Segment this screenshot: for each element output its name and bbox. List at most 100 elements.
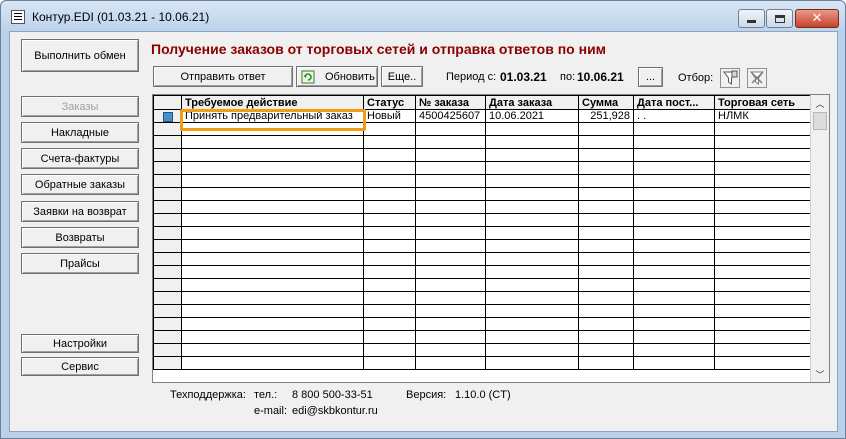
table-cell[interactable] [714,135,813,149]
table-cell[interactable] [415,226,486,240]
table-cell[interactable] [485,161,579,175]
table-cell[interactable] [415,291,486,305]
scroll-thumb[interactable] [813,112,827,130]
period-select-button[interactable]: ... [638,67,663,87]
column-header[interactable]: Сумма [578,95,634,110]
refresh-button[interactable]: Обновить [296,66,378,87]
table-cell[interactable] [485,135,579,149]
cell-sum[interactable]: 251,928 [578,109,634,123]
table-cell[interactable] [485,304,579,318]
table-cell[interactable] [714,291,813,305]
table-cell[interactable] [578,330,634,344]
table-cell[interactable] [415,304,486,318]
table-cell[interactable] [714,200,813,214]
title-bar[interactable]: Контур.EDI (01.03.21 - 10.06.21) ✕ [1,1,845,31]
nav-tax-invoices-button[interactable]: Счета-фактуры [21,148,139,169]
table-cell[interactable] [714,213,813,227]
clear-filter-button[interactable] [747,68,767,88]
table-cell[interactable] [633,330,715,344]
table-cell[interactable] [363,187,416,201]
table-cell[interactable] [181,148,364,162]
table-cell[interactable] [363,161,416,175]
table-cell[interactable] [363,239,416,253]
table-cell[interactable] [363,252,416,266]
table-cell[interactable] [181,343,364,357]
send-reply-button[interactable]: Отправить ответ [153,66,293,87]
table-cell[interactable] [415,343,486,357]
table-cell[interactable] [633,278,715,292]
table-cell[interactable] [485,122,579,136]
table-cell[interactable] [363,356,416,370]
column-header[interactable]: Статус [363,95,416,110]
table-row[interactable] [153,252,813,266]
table-cell[interactable] [485,252,579,266]
table-cell[interactable] [485,356,579,370]
table-row[interactable] [153,265,813,279]
table-row[interactable]: Принять предварительный заказ Новый 4500… [153,109,813,123]
table-cell[interactable] [714,226,813,240]
table-cell[interactable] [633,291,715,305]
table-cell[interactable] [363,200,416,214]
table-cell[interactable] [363,213,416,227]
nav-orders-button[interactable]: Заказы [21,96,139,117]
cell-status[interactable]: Новый [363,109,416,123]
close-button[interactable]: ✕ [795,9,839,28]
table-cell[interactable] [485,200,579,214]
table-cell[interactable] [363,343,416,357]
scroll-down-icon[interactable]: ﹀ [811,366,829,382]
table-cell[interactable] [578,291,634,305]
table-cell[interactable] [714,174,813,188]
table-cell[interactable] [415,317,486,331]
orders-table[interactable]: Требуемое действие Статус № заказа Дата … [152,94,830,383]
table-cell[interactable] [578,148,634,162]
table-cell[interactable] [181,213,364,227]
table-cell[interactable] [633,213,715,227]
table-cell[interactable] [181,187,364,201]
table-row[interactable] [153,213,813,227]
table-cell[interactable] [415,135,486,149]
table-cell[interactable] [714,343,813,357]
exchange-button[interactable]: Выполнить обмен [21,39,139,72]
table-cell[interactable] [633,356,715,370]
table-cell[interactable] [181,278,364,292]
email-value[interactable]: edi@skbkontur.ru [292,405,378,417]
table-cell[interactable] [485,330,579,344]
nav-reverse-orders-button[interactable]: Обратные заказы [21,174,139,195]
table-cell[interactable] [633,161,715,175]
table-cell[interactable] [415,356,486,370]
table-cell[interactable] [714,356,813,370]
table-cell[interactable] [578,174,634,188]
table-cell[interactable] [578,343,634,357]
table-row[interactable] [153,304,813,318]
table-cell[interactable] [363,226,416,240]
table-cell[interactable] [578,122,634,136]
cell-action[interactable]: Принять предварительный заказ [181,109,364,123]
more-button[interactable]: Еще.. [381,66,423,87]
table-row[interactable] [153,174,813,188]
table-cell[interactable] [181,200,364,214]
table-cell[interactable] [578,161,634,175]
table-cell[interactable] [485,278,579,292]
table-cell[interactable] [714,304,813,318]
table-cell[interactable] [714,265,813,279]
table-cell[interactable] [485,213,579,227]
table-cell[interactable] [485,343,579,357]
table-cell[interactable] [714,239,813,253]
table-cell[interactable] [714,122,813,136]
table-cell[interactable] [578,265,634,279]
table-cell[interactable] [578,187,634,201]
table-cell[interactable] [485,187,579,201]
table-cell[interactable] [181,174,364,188]
table-cell[interactable] [415,265,486,279]
table-cell[interactable] [181,226,364,240]
table-cell[interactable] [181,135,364,149]
table-cell[interactable] [181,330,364,344]
table-cell[interactable] [363,278,416,292]
table-row[interactable] [153,122,813,136]
cell-delivery-date[interactable]: . . [633,109,715,123]
column-header[interactable]: Требуемое действие [181,95,364,110]
table-cell[interactable] [633,135,715,149]
table-cell[interactable] [181,265,364,279]
table-row[interactable] [153,343,813,357]
table-cell[interactable] [633,239,715,253]
